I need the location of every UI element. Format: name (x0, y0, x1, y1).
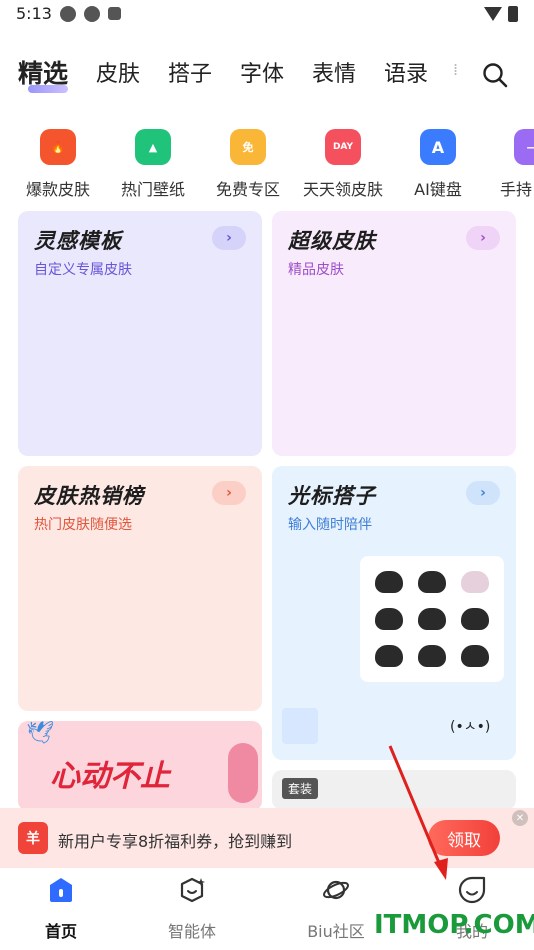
sticker-thumbnail (282, 708, 318, 744)
nav-agent[interactable]: 智能体 (142, 876, 242, 942)
emoticon-text: (•ㅅ•) (450, 719, 491, 735)
cat-sticker (374, 607, 403, 630)
card-banner[interactable]: 🕊 心动不止 (18, 721, 262, 811)
ai-icon: A (420, 129, 456, 165)
cat-sticker (374, 645, 403, 668)
cat-sticker (461, 645, 490, 668)
nav-home[interactable]: 首页 (11, 876, 111, 942)
tab-featured[interactable]: 精选 (18, 54, 68, 90)
cat-sticker (374, 570, 403, 593)
annotation-arrow (388, 745, 448, 880)
battery-icon (508, 6, 518, 22)
profile-icon (458, 876, 486, 904)
agent-icon (180, 877, 205, 903)
nav-label: Biu社区 (307, 922, 365, 941)
search-icon[interactable] (482, 62, 508, 88)
sticker-preview-grid (360, 556, 504, 682)
cat-sticker (417, 570, 446, 593)
card-title: 超级皮肤 (288, 229, 376, 253)
card-title: 灵感模板 (34, 229, 122, 253)
home-icon (50, 878, 72, 902)
shortcut-label: 免费专区 (215, 180, 280, 199)
shortcut-label: 爆款皮肤 (25, 180, 90, 199)
promo-text: 新用户专享8折福利券，抢到赚到 (58, 832, 293, 851)
app-notification-icon (60, 6, 76, 22)
tab-skin[interactable]: 皮肤 (96, 56, 140, 88)
card-hot-skin-ranking[interactable]: 皮肤热销榜 热门皮肤随便选 › (18, 466, 262, 711)
watermark: ITMOP.COM (374, 910, 534, 940)
handheld-icon: — (514, 129, 534, 165)
card-subtitle: 输入随时陪伴 (288, 517, 372, 533)
notification-icons (60, 6, 121, 22)
wallpaper-icon: ▲ (135, 129, 171, 165)
card-cursor-buddy[interactable]: 光标搭子 输入随时陪伴 › (•ㅅ•) (272, 466, 516, 760)
flower-icon (228, 743, 258, 803)
shortcut-hot-skin[interactable]: 🔥 爆款皮肤 (8, 125, 108, 200)
chevron-right-icon[interactable]: › (212, 481, 246, 505)
set-tag: 套装 (282, 778, 319, 799)
bird-icon: 🕊 (26, 721, 54, 746)
banner-title: 心动不止 (50, 759, 170, 794)
shortcut-label: 手持 (500, 180, 533, 199)
tab-emoji[interactable]: 表情 (312, 56, 356, 88)
shortcut-label: 天天领皮肤 (302, 180, 383, 199)
shortcut-wallpaper[interactable]: ▲ 热门壁纸 (103, 125, 203, 200)
card-title: 光标搭子 (288, 484, 376, 508)
status-bar: 5:13 (0, 0, 534, 30)
status-time: 5:13 (16, 4, 52, 23)
cat-sticker (461, 607, 490, 630)
free-tshirt-icon: 免 (230, 129, 266, 165)
card-super-skin[interactable]: 超级皮肤 精品皮肤 › (272, 211, 516, 456)
shortcut-daily-skin[interactable]: DAY 天天领皮肤 (293, 125, 393, 200)
chevron-right-icon[interactable]: › (466, 226, 500, 250)
close-icon[interactable]: ✕ (512, 810, 528, 826)
nav-community[interactable]: Biu社区 (286, 876, 386, 942)
card-subtitle: 热门皮肤随便选 (34, 517, 132, 533)
tab-quotes[interactable]: 语录 (384, 56, 428, 88)
tab-buddy[interactable]: 搭子 (168, 56, 212, 88)
more-tabs-hint: ⁞ (453, 60, 459, 79)
card-subtitle: 自定义专属皮肤 (34, 262, 132, 278)
shortcut-label: 热门壁纸 (120, 180, 185, 199)
cat-sticker (417, 645, 446, 668)
card-title: 皮肤热销榜 (34, 484, 144, 508)
tab-font[interactable]: 字体 (240, 56, 284, 88)
card-subtitle: 精品皮肤 (288, 262, 344, 278)
nav-label: 首页 (44, 922, 77, 941)
nav-label: 智能体 (167, 922, 216, 941)
cat-sticker (417, 607, 446, 630)
shortcut-handheld[interactable]: — 手持 (466, 125, 534, 200)
shortcut-row: 🔥 爆款皮肤 ▲ 热门壁纸 免 免费专区 DAY 天天领皮肤 A AI键盘 — … (0, 125, 534, 205)
cat-sticker (461, 570, 490, 593)
chevron-right-icon[interactable]: › (466, 481, 500, 505)
day-tshirt-icon: DAY (325, 129, 361, 165)
chevron-right-icon[interactable]: › (212, 226, 246, 250)
system-icons (484, 6, 518, 22)
shortcut-free[interactable]: 免 免费专区 (198, 125, 298, 200)
app-notification-icon (84, 6, 100, 22)
tshirt-fire-icon: 🔥 (40, 129, 76, 165)
planet-icon (323, 880, 349, 900)
app-notification-icon (108, 7, 121, 20)
category-tabs: 精选 皮肤 搭子 字体 表情 语录 ⁞ (0, 52, 534, 96)
wifi-icon (484, 7, 502, 21)
coupon-icon: 羊 (18, 822, 48, 854)
card-inspiration-template[interactable]: 灵感模板 自定义专属皮肤 › (18, 211, 262, 456)
